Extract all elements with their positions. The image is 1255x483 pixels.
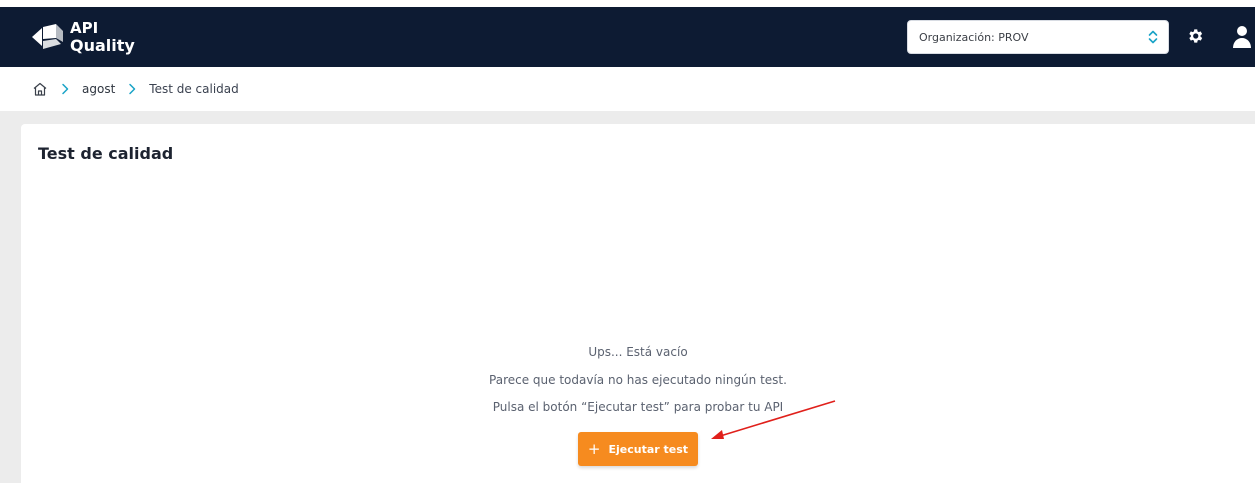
breadcrumb-separator-icon (129, 83, 136, 95)
breadcrumb-item-current: Test de calidad (149, 82, 239, 96)
plus-icon: + (587, 439, 601, 458)
empty-state-message: Parece que todavía no has ejecutado ning… (489, 373, 787, 387)
logo-text: API Quality (70, 19, 135, 55)
top-strip (0, 0, 1255, 7)
organization-select[interactable]: Organización: PROV (907, 20, 1169, 54)
quality-test-card: Test de calidad Ups... Está vacío Parece… (21, 124, 1255, 483)
top-navbar: API Quality Organización: PROV (0, 7, 1255, 67)
gear-icon[interactable] (1186, 27, 1204, 45)
organization-select-value: Organización: PROV (919, 30, 1029, 44)
logo-line-2: Quality (70, 36, 135, 55)
select-chevron-icon (1148, 30, 1158, 44)
empty-state-title: Ups... Está vacío (588, 345, 688, 359)
empty-state-hint: Pulsa el botón “Ejecutar test” para prob… (492, 400, 784, 414)
breadcrumb-item-agost[interactable]: agost (82, 82, 115, 96)
breadcrumb: agost Test de calidad (0, 67, 1255, 111)
run-test-button[interactable]: + Ejecutar test (578, 432, 698, 466)
user-icon[interactable] (1233, 24, 1255, 48)
page-title: Test de calidad (38, 144, 174, 163)
home-icon[interactable] (32, 81, 48, 97)
breadcrumb-separator-icon (62, 83, 69, 95)
annotation-arrow-icon (711, 400, 836, 439)
logo-line-1: API (70, 19, 99, 37)
logo-mark-icon (32, 24, 63, 49)
app-logo[interactable]: API Quality (30, 15, 135, 59)
run-test-button-label: Ejecutar test (608, 442, 689, 456)
